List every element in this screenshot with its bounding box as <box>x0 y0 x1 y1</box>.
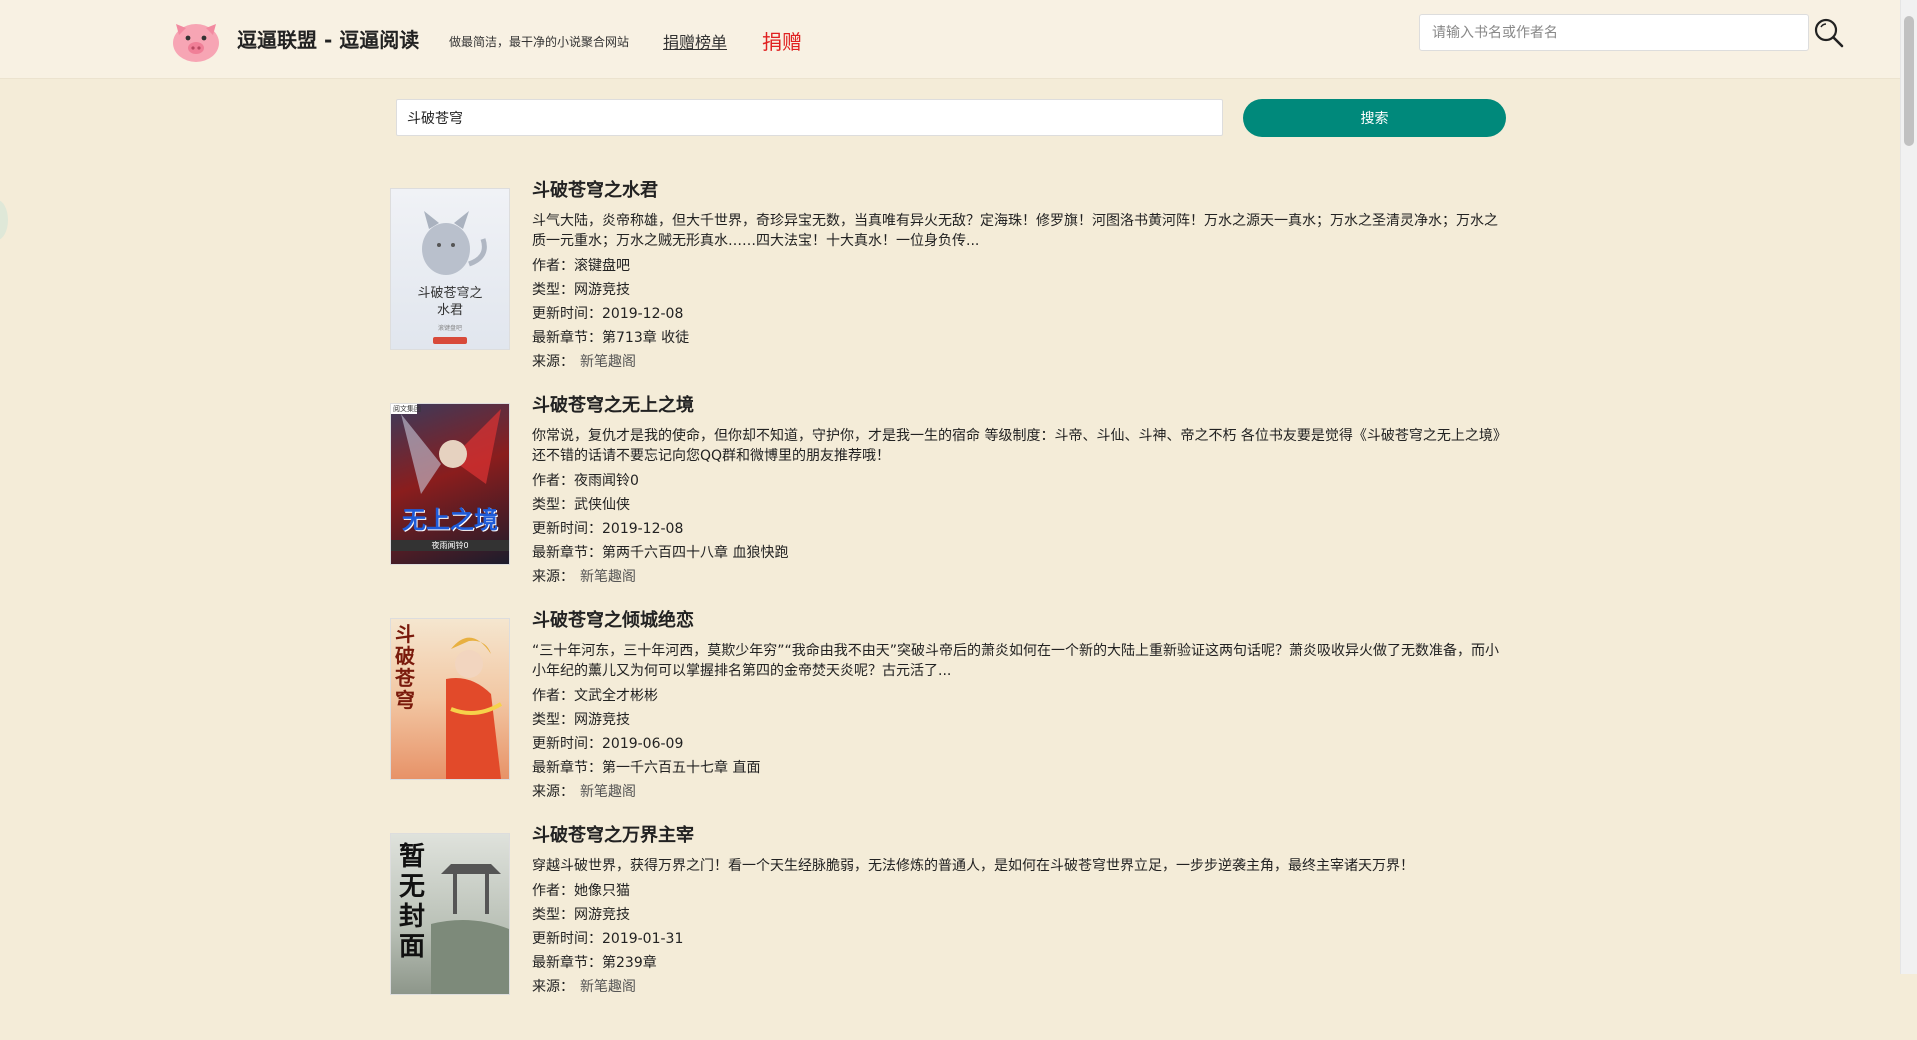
book-title[interactable]: 斗破苍穹之倾城绝恋 <box>532 610 1502 632</box>
header-search-input[interactable] <box>1419 14 1809 51</box>
book-item: 暂无封面 斗破苍穹之万界主宰 穿越斗破世界，获得万界之门！看一个天生经脉脆弱，无… <box>390 825 1510 1040</box>
book-latest-chapter: 最新章节：第两千六百四十八章 血狼快跑 <box>532 545 789 561</box>
book-updated: 更新时间：2019-12-08 <box>532 521 684 537</box>
pig-logo-icon[interactable] <box>170 16 222 64</box>
book-info: 斗破苍穹之水君 斗气大陆，炎帝称雄，但大千世界，奇珍异宝无数，当真唯有异火无敌？… <box>532 180 1502 374</box>
donate-link[interactable]: 捐赠 <box>762 26 802 55</box>
top-header: 逗逼联盟 - 逗逼阅读 做最简洁，最干净的小说聚合网站 捐赠榜单 捐赠 <box>0 0 1900 79</box>
book-latest-chapter: 最新章节：第239章 <box>532 955 657 971</box>
book-cover[interactable]: 斗破苍穹 <box>390 618 510 780</box>
book-info: 斗破苍穹之倾城绝恋 “三十年河东，三十年河西，莫欺少年穷”“我命由我不由天”突破… <box>532 610 1502 804</box>
book-description: 你常说，复仇才是我的使命，但你却不知道，守护你，才是我一生的宿命 等级制度：斗帝… <box>532 428 1500 464</box>
donation-ranking-link[interactable]: 捐赠榜单 <box>663 29 727 53</box>
publisher-badge-text: 阅文集团 <box>393 405 421 413</box>
book-description: “三十年河东，三十年河西，莫欺少年穷”“我命由我不由天”突破斗帝后的萧炎如何在一… <box>532 643 1500 679</box>
cover-title-text: 斗破苍穹之水君 <box>417 286 483 318</box>
book-type: 类型：武侠仙侠 <box>532 497 630 513</box>
book-updated: 更新时间：2019-06-09 <box>532 736 684 752</box>
book-title[interactable]: 斗破苍穹之万界主宰 <box>532 825 1502 847</box>
cover-title-text: 无上之境 <box>402 506 498 534</box>
book-cover[interactable]: 斗破苍穹之水君 滚键盘吧 <box>390 188 510 350</box>
search-query-input[interactable] <box>396 99 1223 136</box>
book-source: 来源： 新笔趣阁 <box>532 354 636 370</box>
book-cover[interactable]: 暂无封面 <box>390 833 510 995</box>
book-source: 来源： 新笔趣阁 <box>532 569 636 585</box>
side-float-tab[interactable] <box>0 200 8 240</box>
scrollbar-thumb[interactable] <box>1904 16 1914 146</box>
site-slogan: 做最简洁，最干净的小说聚合网站 <box>449 35 630 49</box>
book-description: 穿越斗破世界，获得万界之门！看一个天生经脉脆弱，无法修炼的普通人，是如何在斗破苍… <box>532 858 1414 874</box>
book-item: 斗破苍穹之水君 滚键盘吧 斗破苍穹之水君 斗气大陆，炎帝称雄，但大千世界，奇珍异… <box>390 180 1510 395</box>
cover-author-text: 夜雨闻铃0 <box>391 540 509 551</box>
book-type: 类型：网游竞技 <box>532 907 630 923</box>
cover-title-text: 斗破苍穹 <box>395 622 415 712</box>
source-link[interactable]: 新笔趣阁 <box>580 784 636 800</box>
book-description: 斗气大陆，炎帝称雄，但大千世界，奇珍异宝无数，当真唯有异火无敌？定海珠！修罗旗！… <box>532 213 1498 249</box>
publisher-badge <box>433 337 467 344</box>
book-author: 作者：夜雨闻铃0 <box>532 473 639 489</box>
book-updated: 更新时间：2019-01-31 <box>532 931 684 947</box>
search-results: 斗破苍穹之水君 滚键盘吧 斗破苍穹之水君 斗气大陆，炎帝称雄，但大千世界，奇珍异… <box>390 180 1510 1040</box>
page-scrollbar[interactable] <box>1900 0 1917 974</box>
book-source: 来源： 新笔趣阁 <box>532 979 636 995</box>
search-icon[interactable] <box>1813 17 1845 49</box>
source-link[interactable]: 新笔趣阁 <box>580 569 636 585</box>
book-author: 作者：文武全才彬彬 <box>532 688 658 704</box>
book-item: 阅文集团 无上之境 夜雨闻铃0 斗破苍穹之无上之境 你常说，复仇才是我的使命，但… <box>390 395 1510 610</box>
book-source: 来源： 新笔趣阁 <box>532 784 636 800</box>
book-info: 斗破苍穹之无上之境 你常说，复仇才是我的使命，但你却不知道，守护你，才是我一生的… <box>532 395 1502 589</box>
site-title[interactable]: 逗逼联盟 - 逗逼阅读 <box>237 24 419 53</box>
book-updated: 更新时间：2019-12-08 <box>532 306 684 322</box>
book-item: 斗破苍穹 斗破苍穹之倾城绝恋 “三十年河东，三十年河西，莫欺少年穷”“我命由我不… <box>390 610 1510 825</box>
book-type: 类型：网游竞技 <box>532 282 630 298</box>
book-author: 作者：滚键盘吧 <box>532 258 630 274</box>
book-info: 斗破苍穹之万界主宰 穿越斗破世界，获得万界之门！看一个天生经脉脆弱，无法修炼的普… <box>532 825 1502 999</box>
book-title[interactable]: 斗破苍穹之水君 <box>532 180 1502 202</box>
book-type: 类型：网游竞技 <box>532 712 630 728</box>
book-latest-chapter: 最新章节：第一千六百五十七章 直面 <box>532 760 761 776</box>
cover-author-text: 滚键盘吧 <box>437 325 462 332</box>
source-link[interactable]: 新笔趣阁 <box>580 979 636 995</box>
search-button[interactable]: 搜索 <box>1243 99 1506 137</box>
book-title[interactable]: 斗破苍穹之无上之境 <box>532 395 1502 417</box>
source-link[interactable]: 新笔趣阁 <box>580 354 636 370</box>
book-author: 作者：她像只猫 <box>532 883 630 899</box>
cover-title-text: 暂无封面 <box>399 842 426 962</box>
book-latest-chapter: 最新章节：第713章 收徒 <box>532 330 690 346</box>
book-cover[interactable]: 阅文集团 无上之境 夜雨闻铃0 <box>390 403 510 565</box>
